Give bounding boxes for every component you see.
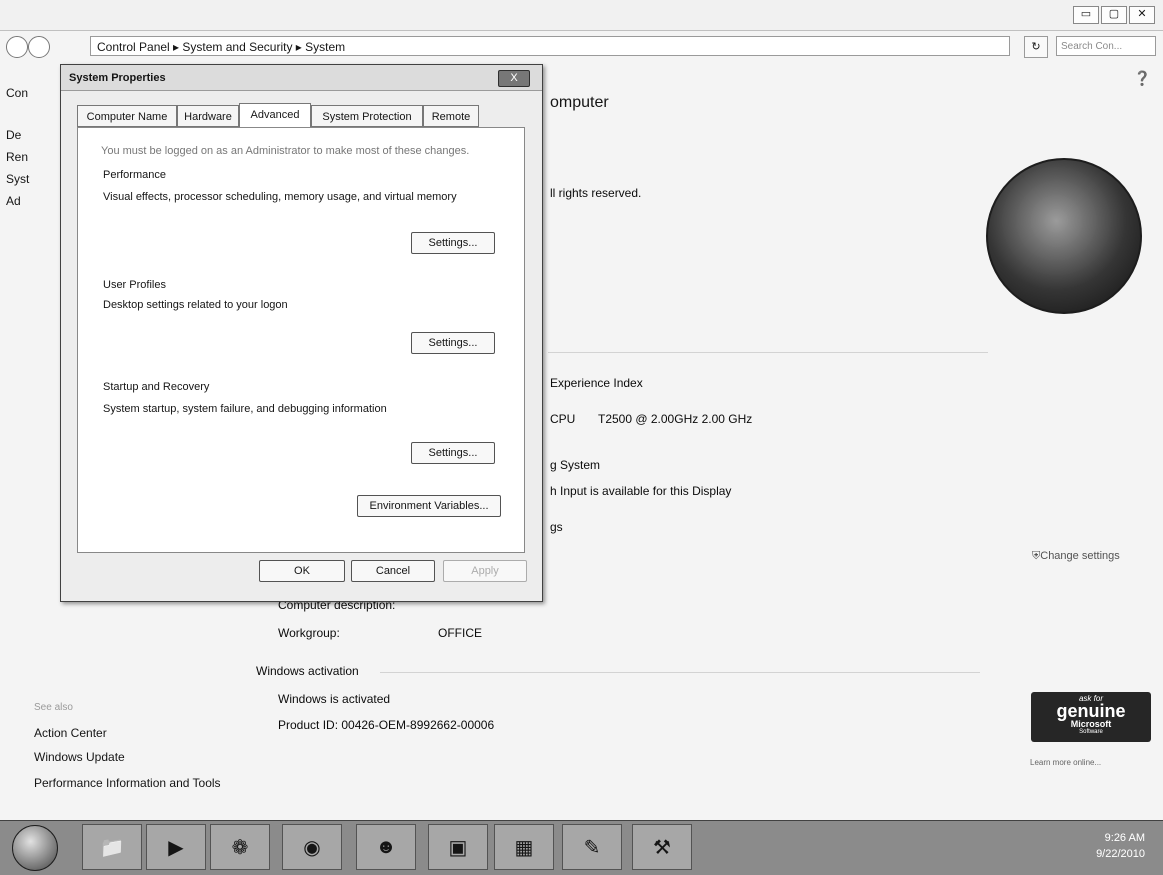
tab-computer-name[interactable]: Computer Name xyxy=(77,105,177,127)
divider xyxy=(380,672,980,673)
genuine-line3: Microsoft xyxy=(1070,719,1112,729)
user-profiles-settings-button[interactable]: Settings... xyxy=(411,332,495,354)
cancel-button[interactable]: Cancel xyxy=(351,560,435,582)
close-window-button[interactable]: ✕ xyxy=(1129,6,1155,24)
messenger-taskbar-icon[interactable]: ☻ xyxy=(356,824,416,870)
admin-notice: You must be logged on as an Administrato… xyxy=(101,145,470,157)
word-taskbar-icon[interactable]: ✎ xyxy=(562,824,622,870)
windows-logo xyxy=(986,158,1142,314)
environment-variables-button[interactable]: Environment Variables... xyxy=(357,495,501,517)
workgroup-label: Workgroup: xyxy=(278,626,340,640)
back-icon[interactable] xyxy=(6,36,28,58)
cpu-value: T2500 @ 2.00GHz 2.00 GHz xyxy=(598,412,753,426)
maximize-button[interactable]: ▢ xyxy=(1101,6,1127,24)
tab-hardware[interactable]: Hardware xyxy=(177,105,239,127)
system-properties-dialog: System Properties X Computer Name Hardwa… xyxy=(60,64,543,602)
control-panel-taskbar-icon[interactable]: ▦ xyxy=(494,824,554,870)
ok-button[interactable]: OK xyxy=(259,560,345,582)
change-settings-link[interactable]: ⛨Change settings xyxy=(1032,550,1120,563)
startup-recovery-settings-button[interactable]: Settings... xyxy=(411,442,495,464)
startup-recovery-heading: Startup and Recovery xyxy=(103,381,210,393)
box-taskbar-icon[interactable]: ▣ xyxy=(428,824,488,870)
refresh-icon[interactable]: ↻ xyxy=(1024,36,1048,58)
performance-settings-button[interactable]: Settings... xyxy=(411,232,495,254)
taskbar-clock[interactable]: 9:26 AM 9/22/2010 xyxy=(1096,830,1145,862)
genuine-microsoft-badge[interactable]: ask for genuine Microsoft Software xyxy=(1031,692,1151,742)
experience-index-link[interactable]: Experience Index xyxy=(550,376,643,390)
dialog-title: System Properties xyxy=(61,65,542,91)
clock-time: 9:26 AM xyxy=(1104,832,1145,844)
tab-system-protection[interactable]: System Protection xyxy=(311,105,423,127)
see-also-performance-info[interactable]: Performance Information and Tools xyxy=(34,776,224,790)
cpu-label: CPU xyxy=(550,412,576,426)
performance-description: Visual effects, processor scheduling, me… xyxy=(103,191,457,203)
explorer-taskbar-icon[interactable]: 📁 xyxy=(82,824,142,870)
see-also-windows-update[interactable]: Windows Update xyxy=(34,750,125,764)
left-nav-title: Con xyxy=(6,86,29,100)
address-bar[interactable]: Control Panel ▸ System and Security ▸ Sy… xyxy=(90,36,1010,56)
start-button[interactable] xyxy=(12,825,58,871)
clock-date: 9/22/2010 xyxy=(1096,848,1145,860)
activation-heading: Windows activation xyxy=(256,664,359,678)
pinwheel-taskbar-icon[interactable]: ❁ xyxy=(210,824,270,870)
shield-icon: ⛨ xyxy=(1032,550,1041,562)
window-controls: ▭ ▢ ✕ xyxy=(1073,6,1155,24)
user-profiles-heading: User Profiles xyxy=(103,279,166,291)
tab-remote[interactable]: Remote xyxy=(423,105,479,127)
user-profiles-description: Desktop settings related to your logon xyxy=(103,299,288,311)
page-title: omputer xyxy=(550,94,609,111)
browser-taskbar-icon[interactable]: ◉ xyxy=(282,824,342,870)
minimize-button[interactable]: ▭ xyxy=(1073,6,1099,24)
forward-icon[interactable] xyxy=(28,36,50,58)
settings-section-heading: gs xyxy=(550,520,563,534)
see-also-action-center[interactable]: Action Center xyxy=(34,726,107,740)
media-player-taskbar-icon[interactable]: ▶ xyxy=(146,824,206,870)
apply-button[interactable]: Apply xyxy=(443,560,527,582)
pen-touch-value: h Input is available for this Display xyxy=(550,484,732,498)
learn-more-link[interactable]: Learn more online... xyxy=(1030,758,1101,767)
performance-heading: Performance xyxy=(103,169,166,181)
see-also-heading: See also xyxy=(34,702,73,713)
help-icon[interactable]: ❓ xyxy=(1134,70,1151,87)
workgroup-value: OFFICE xyxy=(438,626,482,640)
system-type-value: g System xyxy=(550,458,601,472)
left-nav-item-system-protection[interactable]: Syst xyxy=(6,172,29,186)
search-input[interactable]: Search Con... xyxy=(1056,36,1156,56)
divider xyxy=(548,352,988,353)
genuine-line2: genuine xyxy=(1056,701,1126,721)
copyright-text: ll rights reserved. xyxy=(550,186,642,200)
tab-advanced[interactable]: Advanced xyxy=(239,103,311,127)
left-nav-item-advanced[interactable]: Ad xyxy=(6,194,21,208)
product-id: Product ID: 00426-OEM-8992662-00006 xyxy=(278,718,495,732)
system-taskbar-icon[interactable]: ⚒ xyxy=(632,824,692,870)
left-nav-item-remote[interactable]: Ren xyxy=(6,150,28,164)
dialog-close-button[interactable]: X xyxy=(498,70,530,87)
genuine-line4: Software xyxy=(1079,729,1103,735)
left-nav-item-device-manager[interactable]: De xyxy=(6,128,21,142)
window-title-bar xyxy=(0,0,1163,31)
startup-recovery-description: System startup, system failure, and debu… xyxy=(103,403,387,415)
activation-status: Windows is activated xyxy=(278,692,391,706)
